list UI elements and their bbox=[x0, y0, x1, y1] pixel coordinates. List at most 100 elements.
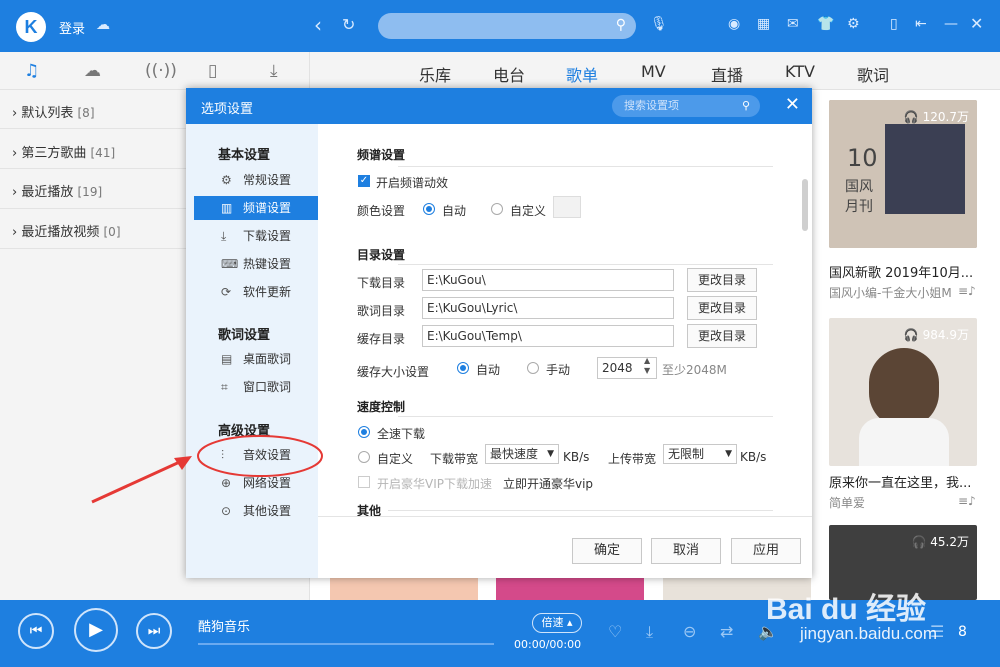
minus-circle-icon[interactable]: ⊖ bbox=[683, 622, 696, 641]
play-button[interactable]: ▶ bbox=[74, 608, 118, 652]
playlist-item[interactable]: › 最近播放 [19] bbox=[12, 181, 102, 200]
download-tab-icon[interactable]: ⤓ bbox=[270, 61, 278, 81]
settings-group-title: 基本设置 bbox=[218, 148, 271, 163]
ok-button[interactable]: 确定 bbox=[572, 538, 642, 564]
mail-icon[interactable]: ✉ bbox=[787, 16, 799, 32]
change-download-dir-button[interactable]: 更改目录 bbox=[687, 268, 757, 292]
download-bandwidth-select[interactable]: 最快速度 ▼ bbox=[485, 444, 559, 464]
playback-speed-button[interactable]: 倍速 ▴ bbox=[532, 613, 582, 633]
vip-upgrade-link[interactable]: 立即开通豪华vip bbox=[503, 475, 593, 492]
nav-tab-library[interactable]: 乐库 bbox=[419, 62, 451, 86]
add-to-queue-icon[interactable]: ≡♪ bbox=[958, 284, 976, 298]
settings-gear-icon[interactable]: ⚙ bbox=[847, 16, 860, 32]
search-input[interactable]: ⚲ bbox=[378, 13, 636, 39]
progress-bar[interactable] bbox=[198, 643, 494, 645]
color-auto-label: 自动 bbox=[442, 204, 467, 218]
playlist-cover[interactable] bbox=[496, 578, 644, 600]
upload-bandwidth-select[interactable]: 无限制 ▼ bbox=[663, 444, 737, 464]
refresh-icon[interactable]: ↻ bbox=[342, 15, 355, 34]
heart-icon[interactable]: ♡ bbox=[608, 622, 622, 641]
playlist-name: 默认列表 bbox=[21, 106, 74, 121]
nav-tab-lyrics[interactable]: 歌词 bbox=[857, 62, 889, 86]
kugou-logo[interactable]: K bbox=[16, 12, 46, 42]
mobile-icon[interactable]: ▯ bbox=[890, 16, 898, 32]
phone-tab-icon[interactable]: ▯ bbox=[208, 61, 217, 81]
vip-accel-checkbox[interactable] bbox=[358, 476, 370, 488]
settings-item-other[interactable]: ⊙ 其他设置 bbox=[194, 499, 318, 523]
playlist-cover[interactable]: 10 国风 月刊 🎧 120.7万 bbox=[829, 100, 977, 248]
cloud-icon[interactable]: ☁ bbox=[96, 17, 110, 33]
lyrics-dir-input[interactable]: E:\KuGou\Lyric\ bbox=[422, 297, 674, 319]
playlist-item[interactable]: › 最近播放视频 [0] bbox=[12, 221, 121, 240]
nav-tab-radio[interactable]: 电台 bbox=[493, 62, 525, 86]
full-speed-radio[interactable] bbox=[358, 426, 370, 438]
full-speed-label: 全速下载 bbox=[377, 427, 426, 441]
nav-tab-playlists[interactable]: 歌单 bbox=[566, 62, 598, 86]
playlist-count: [41] bbox=[90, 146, 116, 160]
cloud-tab-icon[interactable]: ☁ bbox=[84, 61, 101, 81]
dialog-close-icon[interactable]: ✕ bbox=[785, 94, 800, 115]
nav-tab-ktv[interactable]: KTV bbox=[785, 62, 815, 81]
previous-button[interactable]: ⏮ bbox=[18, 613, 54, 649]
cache-stepper-arrows[interactable]: ▲ ▼ bbox=[644, 356, 650, 376]
color-auto-radio[interactable] bbox=[423, 203, 435, 215]
skin-icon[interactable]: 👕 bbox=[817, 16, 834, 32]
color-swatch[interactable] bbox=[553, 196, 581, 218]
settings-item-label: 其他设置 bbox=[243, 504, 292, 518]
playlist-title[interactable]: 原来你一直在这里，我... bbox=[829, 472, 971, 491]
radio-tab-icon[interactable]: ((·)) bbox=[145, 61, 177, 81]
color-custom-radio[interactable] bbox=[491, 203, 503, 215]
nav-tab-mv[interactable]: MV bbox=[641, 62, 666, 81]
close-icon[interactable]: ✕ bbox=[970, 14, 983, 33]
settings-dialog: 选项设置 搜索设置项 ⚲ ✕ 基本设置 ⚙ 常规设置 ▥ 频谱设置 ⤓ 下载设置 ⌨ 热… bbox=[186, 88, 812, 578]
apply-button[interactable]: 应用 bbox=[731, 538, 801, 564]
settings-item-general[interactable]: ⚙ 常规设置 bbox=[194, 168, 318, 192]
search-icon[interactable]: ⚲ bbox=[616, 17, 626, 33]
playlist-author[interactable]: 国风小编-千金大小姐M bbox=[829, 284, 952, 301]
playlist-item[interactable]: › 第三方歌曲 [41] bbox=[12, 142, 115, 161]
search-icon[interactable]: ⚲ bbox=[742, 95, 750, 117]
settings-item-hotkeys[interactable]: ⌨ 热键设置 bbox=[194, 252, 318, 276]
cache-dir-input[interactable]: E:\KuGou\Temp\ bbox=[422, 325, 674, 347]
playlist-cover[interactable] bbox=[330, 578, 478, 600]
settings-item-download[interactable]: ⤓ 下载设置 bbox=[194, 224, 318, 248]
settings-search-input[interactable]: 搜索设置项 ⚲ bbox=[612, 95, 760, 117]
playlist-cover[interactable]: 🎧 984.9万 bbox=[829, 318, 977, 466]
microphone-icon[interactable]: 🎙 bbox=[650, 16, 668, 32]
loop-mode-icon[interactable]: ⇄ bbox=[720, 622, 733, 641]
settings-item-label: 桌面歌词 bbox=[243, 352, 292, 366]
download-dir-input[interactable]: E:\KuGou\ bbox=[422, 269, 674, 291]
change-cache-dir-button[interactable]: 更改目录 bbox=[687, 324, 757, 348]
cache-manual-radio[interactable] bbox=[527, 362, 539, 374]
section-divider bbox=[398, 166, 773, 167]
add-to-queue-icon[interactable]: ≡♪ bbox=[958, 494, 976, 508]
music-note-icon[interactable]: ♫ bbox=[24, 61, 39, 81]
cache-auto-radio[interactable] bbox=[457, 362, 469, 374]
settings-item-label: 常规设置 bbox=[243, 173, 292, 187]
settings-item-update[interactable]: ⟳ 软件更新 bbox=[194, 280, 318, 304]
nav-tab-live[interactable]: 直播 bbox=[711, 62, 743, 86]
settings-item-desktop-lyrics[interactable]: ▤ 桌面歌词 bbox=[194, 347, 318, 371]
back-arrow-icon[interactable]: ‹ bbox=[314, 13, 322, 37]
download-icon[interactable]: ⤓ bbox=[646, 622, 653, 642]
cancel-button[interactable]: 取消 bbox=[651, 538, 721, 564]
playlist-title[interactable]: 国风新歌 2019年10月... bbox=[829, 262, 973, 281]
spectrum-bars-icon: ▥ bbox=[221, 201, 233, 215]
playlist-name: 最近播放 bbox=[21, 185, 74, 200]
login-link[interactable]: 登录 bbox=[59, 18, 85, 37]
settings-scrollbar[interactable] bbox=[802, 179, 808, 231]
minimize-icon[interactable]: — bbox=[944, 16, 958, 32]
change-lyrics-dir-button[interactable]: 更改目录 bbox=[687, 296, 757, 320]
playlist-author[interactable]: 简单爱 bbox=[829, 494, 865, 511]
settings-item-spectrum[interactable]: ▥ 频谱设置 bbox=[194, 196, 318, 220]
radio-icon[interactable]: ◉ bbox=[728, 16, 740, 32]
mini-mode-icon[interactable]: ⇤ bbox=[915, 16, 927, 32]
apps-icon[interactable]: ▦ bbox=[757, 16, 770, 32]
settings-item-window-lyrics[interactable]: ⌗ 窗口歌词 bbox=[194, 375, 318, 399]
section-divider bbox=[398, 416, 773, 417]
playlist-item[interactable]: › 默认列表 [8] bbox=[12, 102, 95, 121]
settings-nav: 基本设置 ⚙ 常规设置 ▥ 频谱设置 ⤓ 下载设置 ⌨ 热键设置 ⟳ 软件更新 歌词设置 … bbox=[186, 124, 323, 578]
custom-speed-radio[interactable] bbox=[358, 451, 370, 463]
enable-spectrum-checkbox[interactable]: ✓ bbox=[358, 175, 370, 187]
next-button[interactable]: ⏭ bbox=[136, 613, 172, 649]
